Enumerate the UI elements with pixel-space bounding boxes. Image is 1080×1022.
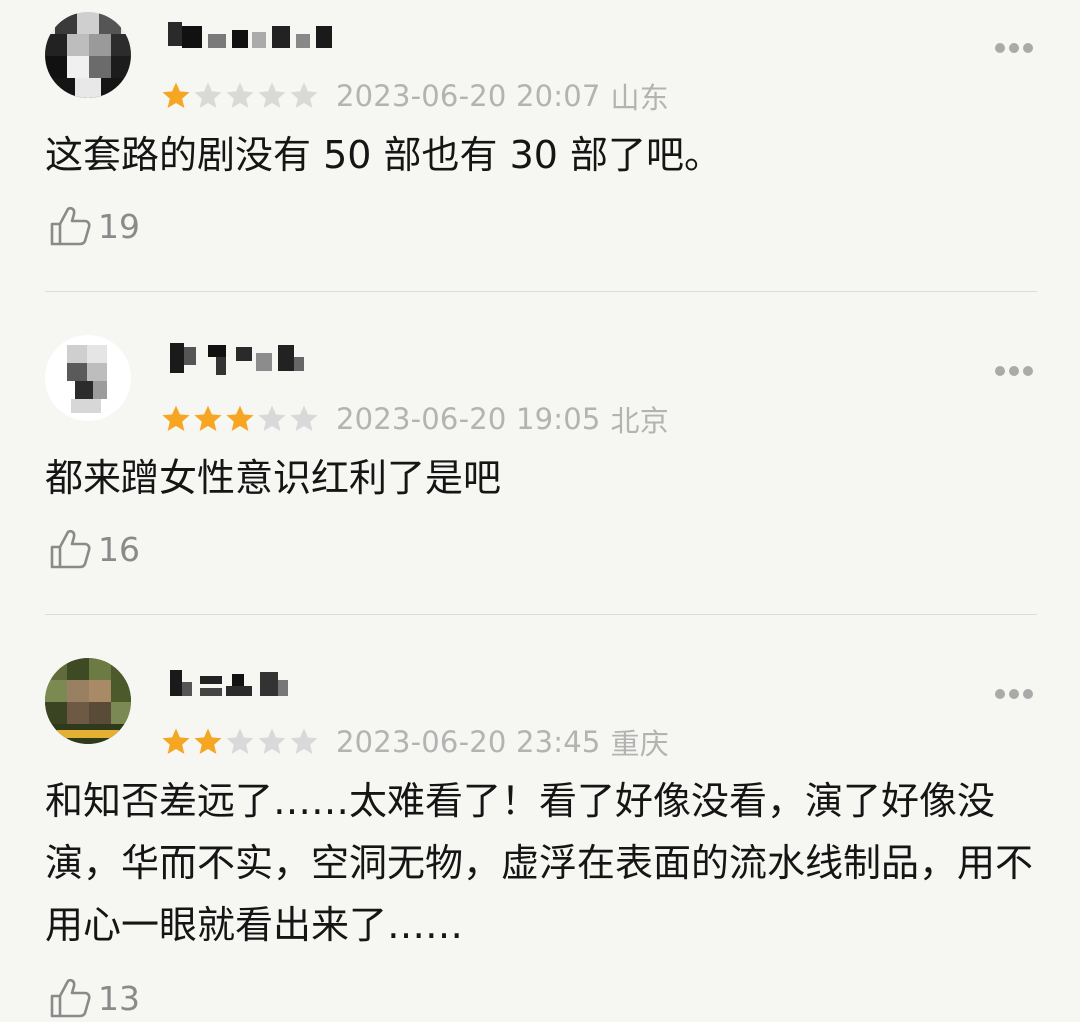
- more-options-button[interactable]: [990, 38, 1038, 58]
- comment-location: 重庆: [610, 727, 669, 761]
- more-options-button[interactable]: [990, 684, 1038, 704]
- comment-item: 2023-06-20 19:05 北京 都来蹭女性意识红利了是吧 16: [0, 323, 1080, 615]
- star-filled-icon: [226, 405, 254, 431]
- comment-date: 2023-06-20 23:45: [336, 725, 601, 759]
- comment-location: 山东: [610, 81, 669, 115]
- star-empty-icon: [258, 405, 286, 431]
- comment-location: 北京: [610, 404, 669, 438]
- comment-text: 都来蹭女性意识红利了是吧: [45, 456, 502, 500]
- more-options-button[interactable]: [990, 361, 1038, 381]
- star-rating: [160, 403, 320, 435]
- username-pixelated[interactable]: [160, 12, 350, 56]
- user-avatar[interactable]: [45, 658, 131, 744]
- star-empty-icon: [226, 728, 254, 754]
- star-filled-icon: [162, 405, 190, 431]
- star-empty-icon: [226, 82, 254, 108]
- like-count: 19: [98, 206, 140, 246]
- comment-list: 2023-06-20 20:07 山东 这套路的剧没有 50 部也有 30 部了…: [0, 0, 1080, 1022]
- star-filled-icon: [194, 728, 222, 754]
- star-filled-icon: [162, 728, 190, 754]
- thumbs-up-icon: [50, 978, 91, 1018]
- star-empty-icon: [194, 82, 222, 108]
- comment-meta: 2023-06-20 19:05 北京: [160, 399, 669, 439]
- star-empty-icon: [290, 405, 318, 431]
- star-empty-icon: [290, 728, 318, 754]
- comment-meta: 2023-06-20 20:07 山东: [160, 76, 669, 116]
- star-rating: [160, 726, 320, 758]
- comment-date: 2023-06-20 20:07: [336, 79, 601, 113]
- more-dots-icon: [995, 366, 1033, 376]
- like-count: 13: [98, 978, 140, 1018]
- comment-text: 这套路的剧没有 50 部也有 30 部了吧。: [45, 133, 723, 177]
- comment-meta: 2023-06-20 23:45 重庆: [160, 722, 669, 762]
- star-empty-icon: [258, 728, 286, 754]
- thumbs-up-icon: [50, 206, 91, 246]
- like-count: 16: [98, 529, 140, 569]
- star-empty-icon: [258, 82, 286, 108]
- like-button[interactable]: 19: [48, 202, 140, 250]
- user-avatar[interactable]: [45, 12, 131, 98]
- comment-item: 2023-06-20 20:07 山东 这套路的剧没有 50 部也有 30 部了…: [0, 0, 1080, 292]
- comment-text: 和知否差远了……太难看了！看了好像没看，演了好像没演，华而不实，空洞无物，虚浮在…: [45, 779, 1034, 947]
- comment-item: 2023-06-20 23:45 重庆 和知否差远了……太难看了！看了好像没看，…: [0, 646, 1080, 1022]
- more-dots-icon: [995, 689, 1033, 699]
- like-button[interactable]: 13: [48, 974, 140, 1022]
- user-avatar[interactable]: [45, 335, 131, 421]
- username-pixelated[interactable]: [160, 335, 350, 379]
- username-pixelated[interactable]: [160, 658, 350, 702]
- thumbs-up-icon: [50, 529, 91, 569]
- star-filled-icon: [162, 82, 190, 108]
- like-button[interactable]: 16: [48, 525, 140, 573]
- comment-date: 2023-06-20 19:05: [336, 402, 601, 436]
- divider: [45, 291, 1037, 292]
- divider: [45, 614, 1037, 615]
- star-empty-icon: [290, 82, 318, 108]
- star-rating: [160, 80, 320, 112]
- more-dots-icon: [995, 43, 1033, 53]
- star-filled-icon: [194, 405, 222, 431]
